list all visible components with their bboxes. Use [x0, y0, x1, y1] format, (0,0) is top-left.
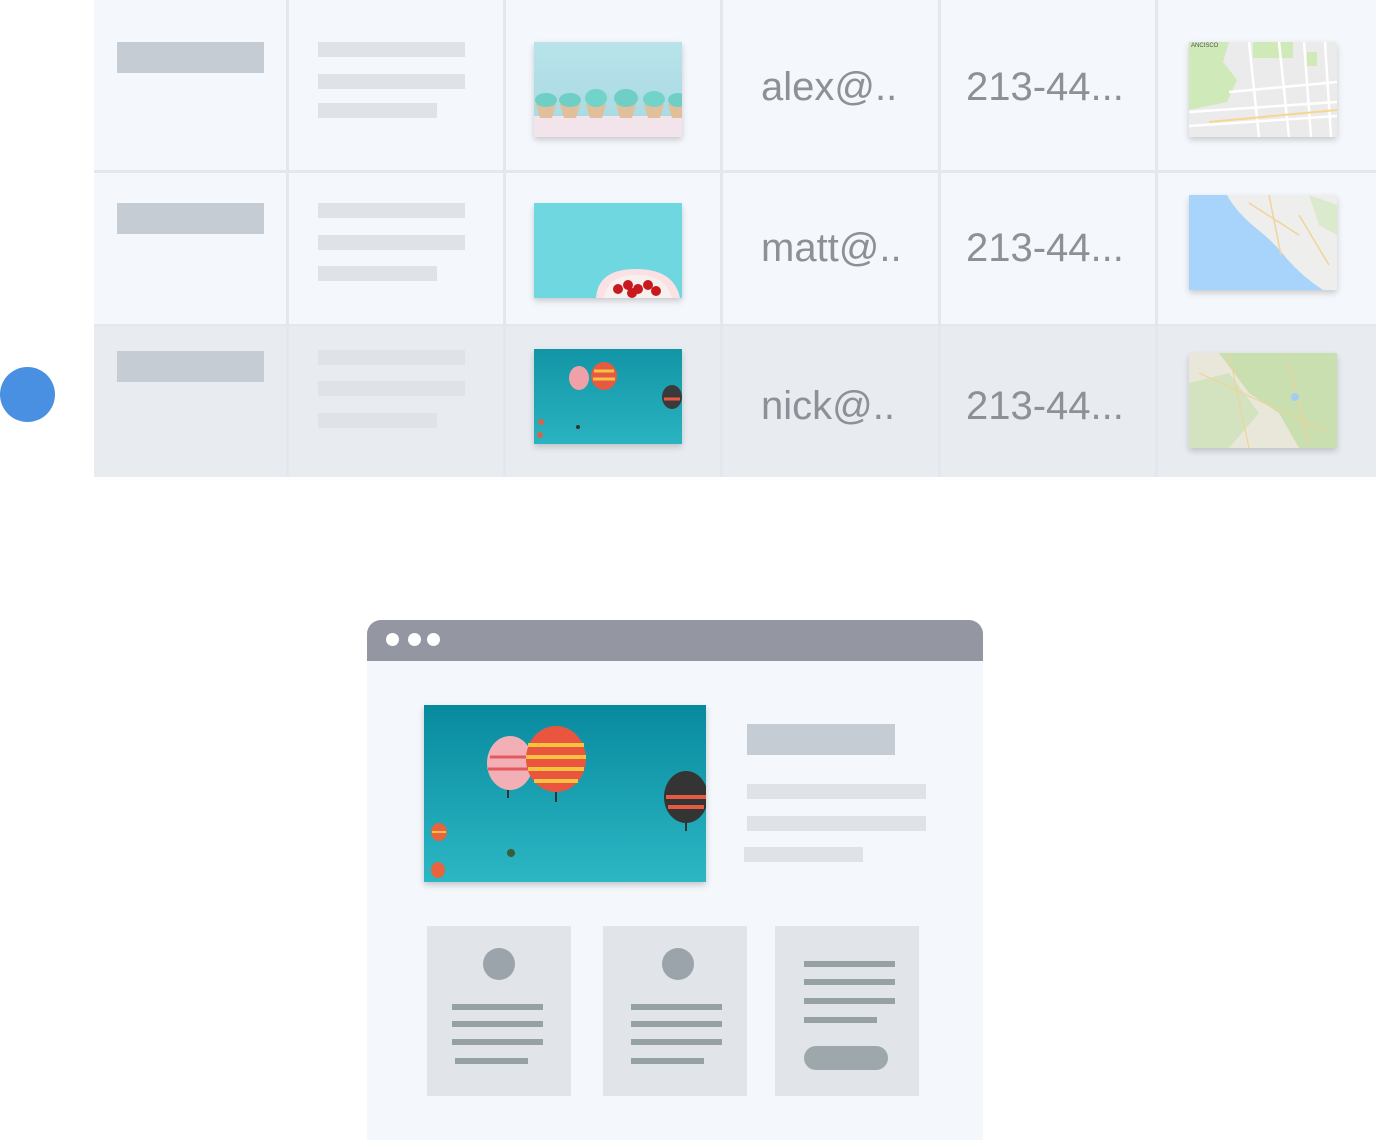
name-placeholder — [117, 351, 264, 382]
email-cell: matt@.. — [761, 226, 902, 270]
text-line-placeholder — [747, 784, 926, 799]
text-line-placeholder — [804, 961, 895, 967]
window-dot[interactable] — [427, 633, 440, 646]
window-dot[interactable] — [408, 633, 421, 646]
window-dot[interactable] — [386, 633, 399, 646]
text-line-placeholder — [744, 847, 863, 862]
phone-cell: 213-44... — [966, 384, 1124, 428]
map-label: ANCISCO — [1191, 43, 1219, 49]
strawberries-photo[interactable] — [534, 203, 682, 298]
text-line-placeholder — [318, 266, 437, 281]
hero-image[interactable] — [424, 705, 706, 882]
profile-card[interactable] — [603, 926, 747, 1096]
text-line-placeholder — [452, 1039, 543, 1045]
text-line-placeholder — [804, 979, 895, 985]
avatar — [662, 948, 694, 980]
text-line-placeholder — [318, 235, 465, 250]
text-line-placeholder — [747, 816, 926, 831]
browser-window — [367, 620, 983, 1140]
data-table: alex@.. 213-44... ANCISCO matt@.. 213-44… — [94, 0, 1376, 477]
text-line-placeholder — [631, 1004, 722, 1010]
browser-titlebar — [367, 620, 983, 661]
text-line-placeholder — [452, 1004, 543, 1010]
profile-card[interactable] — [427, 926, 571, 1096]
text-line-placeholder — [318, 381, 465, 396]
title-placeholder — [747, 724, 895, 755]
phone-cell: 213-44... — [966, 226, 1124, 270]
column-divider — [1155, 0, 1158, 477]
text-line-placeholder — [455, 1058, 528, 1064]
name-placeholder — [117, 42, 264, 73]
coastline-map[interactable] — [1189, 195, 1337, 290]
text-card[interactable] — [775, 926, 919, 1096]
cupcakes-photo[interactable] — [534, 42, 682, 137]
text-line-placeholder — [631, 1039, 722, 1045]
name-placeholder — [117, 203, 264, 234]
text-line-placeholder — [631, 1021, 722, 1027]
email-cell: alex@.. — [761, 65, 898, 109]
column-divider — [503, 0, 506, 477]
column-divider — [286, 0, 289, 477]
terrain-map[interactable] — [1189, 353, 1337, 448]
balloons-photo[interactable] — [534, 349, 682, 444]
column-divider — [720, 0, 723, 477]
text-line-placeholder — [318, 103, 437, 118]
text-line-placeholder — [318, 42, 465, 57]
card-button[interactable] — [804, 1046, 888, 1070]
text-line-placeholder — [318, 350, 465, 365]
text-line-placeholder — [804, 998, 895, 1004]
text-line-placeholder — [318, 413, 437, 428]
row-selector-dot[interactable] — [0, 367, 55, 422]
phone-cell: 213-44... — [966, 65, 1124, 109]
text-line-placeholder — [318, 203, 465, 218]
text-line-placeholder — [804, 1017, 877, 1023]
san-francisco-map[interactable]: ANCISCO — [1189, 42, 1337, 137]
text-line-placeholder — [452, 1021, 543, 1027]
avatar — [483, 948, 515, 980]
email-cell: nick@.. — [761, 384, 895, 428]
text-line-placeholder — [318, 74, 465, 89]
text-line-placeholder — [631, 1058, 704, 1064]
column-divider — [938, 0, 941, 477]
